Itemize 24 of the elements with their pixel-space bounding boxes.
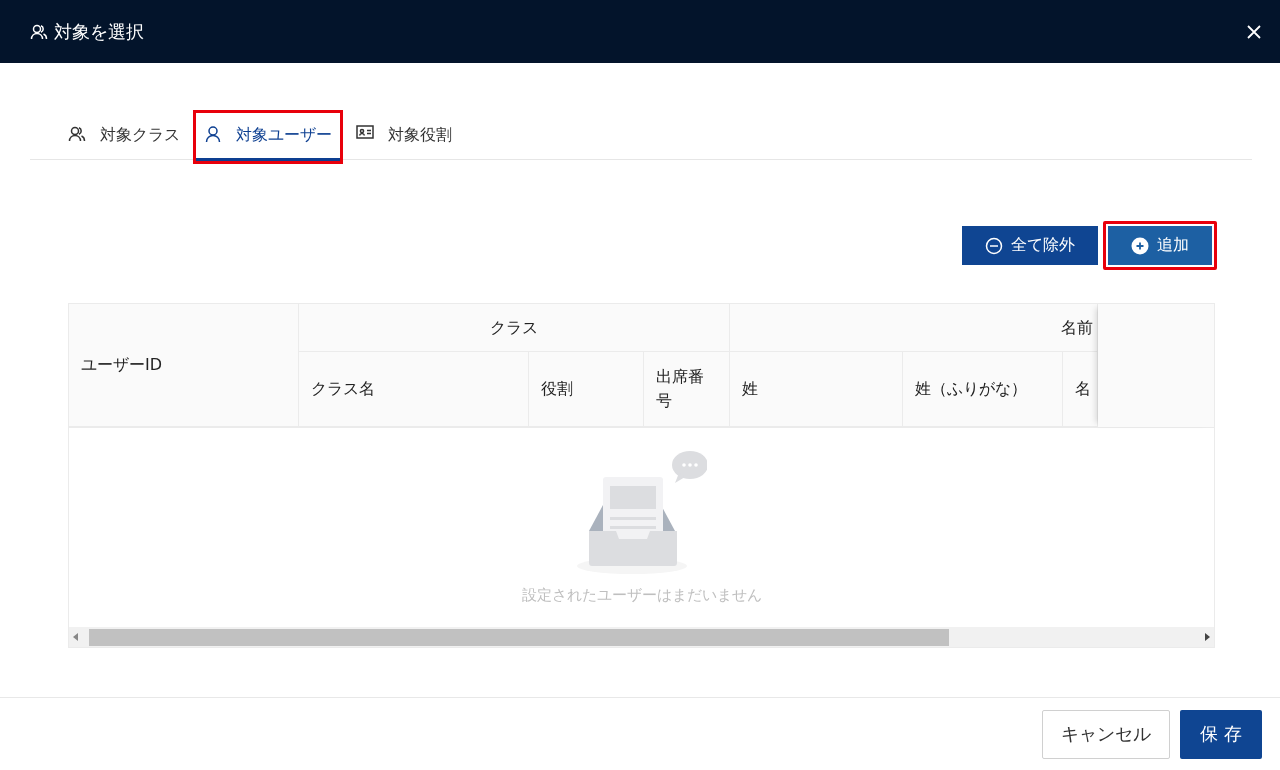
user-icon (204, 125, 222, 143)
tab[interactable]: 対象ユーザー (196, 113, 340, 161)
column-header: 姓（ふりがな） (903, 352, 1063, 427)
minus-circle-icon (985, 236, 1003, 255)
users-icon (30, 22, 48, 41)
column-header: 出席番号 (644, 352, 730, 427)
column-header: 姓 (730, 352, 903, 427)
cancel-button[interactable]: キャンセル (1042, 709, 1171, 759)
tab[interactable]: 対象役割 (348, 119, 460, 161)
column-header: クラス (299, 304, 730, 352)
column-header: ユーザーID (69, 304, 299, 427)
column-header: 役割 (529, 352, 644, 427)
horizontal-scrollbar[interactable] (69, 627, 1214, 647)
id-card-icon (356, 125, 374, 139)
empty-message: 設定されたユーザーはまだいません (521, 586, 762, 605)
window-title: 対象を選択 (54, 19, 145, 44)
column-header: クラス名 (299, 352, 529, 427)
add-button[interactable]: 追加 (1103, 221, 1217, 270)
plus-circle-icon (1131, 236, 1149, 255)
empty-inbox-icon (576, 451, 707, 576)
tab[interactable]: 対象クラス (60, 119, 188, 161)
save-button[interactable]: 保 存 (1180, 709, 1262, 759)
users-icon (68, 125, 86, 143)
close-icon[interactable] (1246, 23, 1262, 40)
